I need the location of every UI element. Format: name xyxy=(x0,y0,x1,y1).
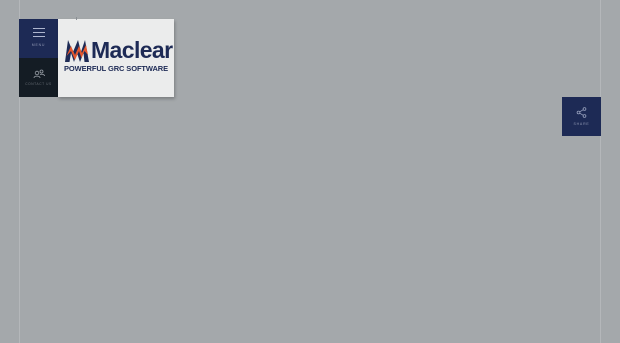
logo[interactable]: Maclear POWERFUL GRC SOFTWARE xyxy=(58,17,174,97)
menu-label: MENU xyxy=(31,43,46,47)
logo-name: Maclear xyxy=(91,37,173,63)
contact-label: CONTACT US xyxy=(25,82,52,86)
hamburger-icon xyxy=(32,28,45,38)
menu-button[interactable]: MENU xyxy=(19,19,58,58)
contact-us-button[interactable]: CONTACT US xyxy=(19,58,58,97)
share-button[interactable]: SHARE xyxy=(562,97,601,136)
maclear-logo-mark xyxy=(65,40,89,62)
frame-right-border xyxy=(600,0,601,343)
share-icon xyxy=(576,107,587,118)
people-icon xyxy=(33,69,45,79)
logo-tick xyxy=(76,17,77,20)
share-label: SHARE xyxy=(573,122,590,126)
logo-tagline: POWERFUL GRC SOFTWARE xyxy=(64,64,169,73)
